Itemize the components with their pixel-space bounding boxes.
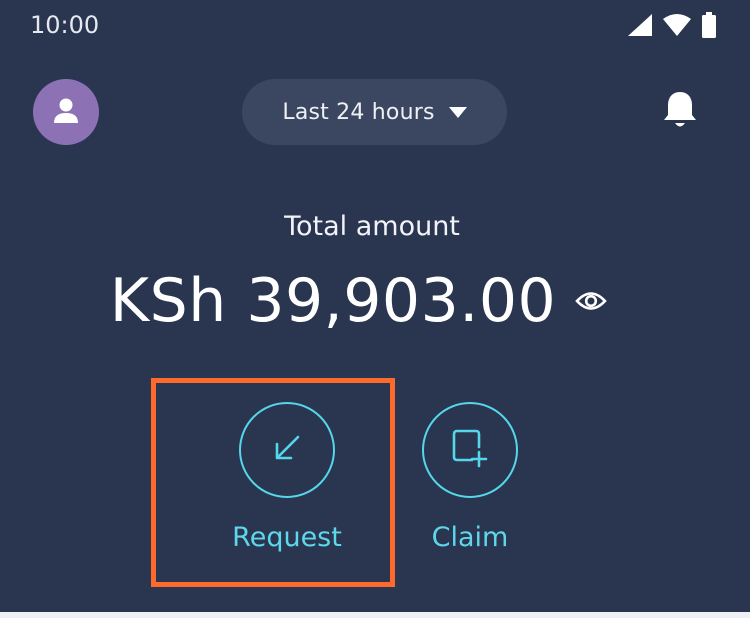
battery-icon: [702, 12, 716, 38]
avatar[interactable]: [33, 79, 99, 145]
arrow-down-left-icon: [271, 432, 303, 468]
period-selector[interactable]: Last 24 hours: [242, 79, 507, 145]
document-plus-icon: [450, 427, 490, 473]
total-amount-value: KSh 39,903.00: [109, 266, 557, 336]
notifications-button[interactable]: [658, 90, 702, 134]
wifi-icon: [662, 13, 692, 37]
amount-row: KSh 39,903.00: [0, 262, 750, 340]
cellular-signal-icon: [628, 14, 652, 36]
request-label: Request: [232, 522, 342, 553]
status-time: 10:00: [30, 11, 100, 39]
request-button[interactable]: Request: [212, 402, 362, 553]
status-bar: 10:00: [0, 0, 750, 50]
caret-down-icon: [448, 103, 467, 122]
bell-icon: [662, 90, 698, 134]
claim-circle: [422, 402, 518, 498]
eye-icon[interactable]: [574, 284, 608, 318]
wallet-screen: 10:00 Last 24 hours Total amount KSh 39,…: [0, 0, 750, 618]
claim-label: Claim: [431, 522, 509, 553]
user-icon: [52, 96, 80, 128]
period-selector-label: Last 24 hours: [282, 99, 435, 125]
claim-button[interactable]: Claim: [395, 402, 545, 553]
total-amount-label: Total amount: [284, 211, 460, 242]
request-circle: [239, 402, 335, 498]
bottom-divider: [0, 612, 750, 618]
status-icons: [628, 12, 716, 38]
